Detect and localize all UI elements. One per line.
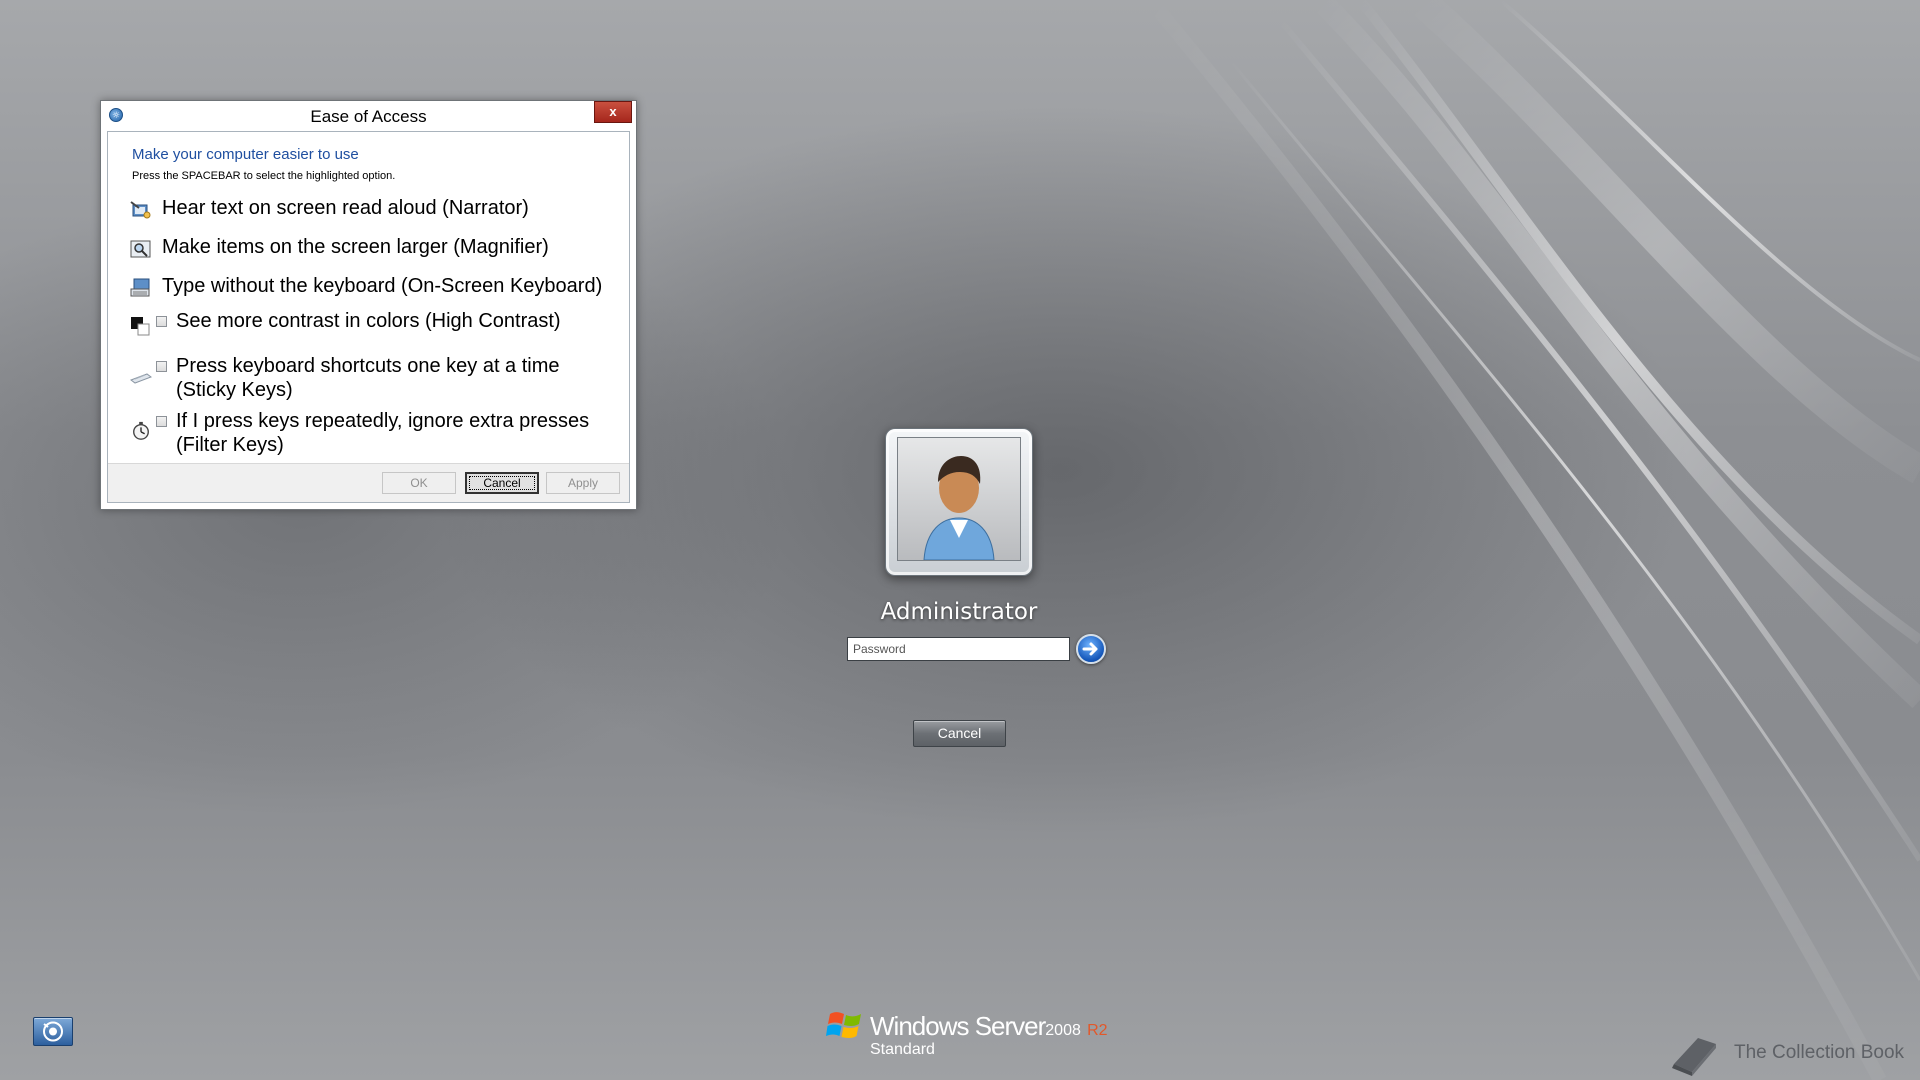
magnifier-icon bbox=[130, 240, 151, 258]
product-release: R2 bbox=[1087, 1022, 1108, 1039]
dialog-title: Ease of Access bbox=[310, 107, 427, 126]
user-avatar bbox=[897, 437, 1021, 561]
filter-keys-checkbox[interactable] bbox=[156, 416, 167, 427]
ease-of-access-button[interactable] bbox=[33, 1017, 73, 1046]
filter-keys-icon bbox=[133, 421, 149, 440]
ease-of-access-icon bbox=[43, 1021, 63, 1042]
product-title: Windows Server bbox=[870, 1011, 1046, 1041]
option-high-contrast-label: See more contrast in colors (High Contra… bbox=[176, 310, 561, 332]
arrow-right-icon bbox=[1082, 642, 1098, 656]
close-button[interactable]: x bbox=[594, 101, 632, 123]
watermark-text: The Collection Book bbox=[1734, 1042, 1905, 1063]
sticky-keys-icon bbox=[130, 373, 152, 384]
sticky-keys-checkbox[interactable] bbox=[156, 361, 167, 372]
dialog-hint: Press the SPACEBAR to select the highlig… bbox=[132, 170, 396, 182]
keyboard-icon bbox=[130, 278, 150, 297]
high-contrast-checkbox[interactable] bbox=[156, 316, 167, 327]
book-icon bbox=[1672, 1038, 1716, 1076]
dialog-footer: OK Cancel Apply bbox=[108, 463, 629, 502]
product-edition: Standard bbox=[870, 1041, 935, 1058]
ok-button[interactable]: OK bbox=[382, 472, 456, 494]
user-tile[interactable] bbox=[885, 428, 1033, 576]
logon-cancel-button[interactable]: Cancel bbox=[913, 720, 1006, 747]
username-label: Administrator bbox=[880, 599, 1038, 625]
dialog-client: Make your computer easier to use Press t… bbox=[107, 131, 630, 503]
high-contrast-icon bbox=[131, 317, 150, 336]
submit-arrow-button[interactable] bbox=[1076, 634, 1106, 664]
narrator-icon bbox=[130, 201, 151, 219]
windows-server-branding: Windows Server2008 R2 Standard bbox=[826, 1004, 1108, 1064]
option-sticky-keys-label: Press keyboard shortcuts one key at a ti… bbox=[176, 355, 560, 401]
windows-logo-icon bbox=[826, 1012, 861, 1038]
product-name: Windows Server2008 R2 bbox=[870, 1011, 1108, 1042]
dialog-heading: Make your computer easier to use bbox=[132, 146, 359, 163]
product-version: 2008 bbox=[1045, 1022, 1081, 1039]
option-magnifier-label: Make items on the screen larger (Magnifi… bbox=[162, 236, 549, 258]
user-silhouette-icon bbox=[923, 456, 995, 560]
watermark: The Collection Book bbox=[1668, 1030, 1908, 1080]
option-osk-label: Type without the keyboard (On-Screen Key… bbox=[162, 275, 603, 297]
option-filter-keys-label: If I press keys repeatedly, ignore extra… bbox=[176, 410, 590, 456]
cancel-button[interactable]: Cancel bbox=[465, 472, 539, 494]
apply-button[interactable]: Apply bbox=[546, 472, 620, 494]
dialog-titlebar[interactable]: ☼ Ease of Access x bbox=[101, 101, 636, 131]
option-narrator-label: Hear text on screen read aloud (Narrator… bbox=[162, 197, 529, 219]
ease-of-access-dialog: ☼ Ease of Access x Make your computer ea… bbox=[100, 100, 637, 510]
password-field[interactable] bbox=[847, 637, 1070, 661]
